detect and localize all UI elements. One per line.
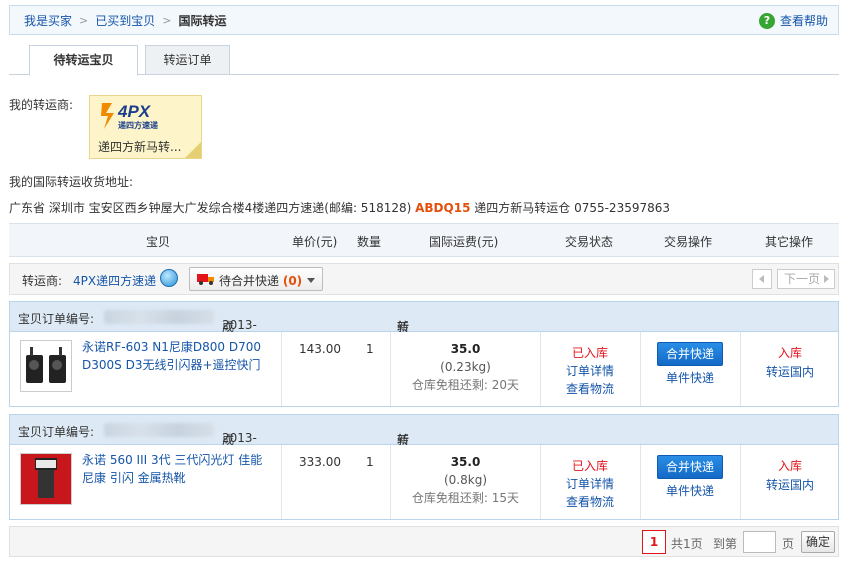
toolbar-carrier-label: 转运商: [22, 274, 63, 288]
view-logistics-link[interactable]: 查看物流 [540, 493, 640, 511]
order-row: 永诺RF-603 N1尼康D800 D700 D300S D3无线引闪器+遥控快… [10, 332, 838, 406]
merge-express-button[interactable]: 合并快递 [657, 342, 723, 366]
shipping-address: 广东省 深圳市 宝安区西乡钟屋大广发综合楼4楼递四方速递(邮编: 518128)… [9, 199, 670, 216]
table-header: 宝贝 单价(元) 数量 国际运费(元) 交易状态 交易操作 其它操作 [9, 223, 839, 257]
quantity: 1 [366, 342, 374, 356]
order-details-link[interactable]: 订单详情 [540, 362, 640, 380]
quantity: 1 [366, 455, 374, 469]
tab-pending-items[interactable]: 待转运宝贝 [29, 45, 138, 76]
toolbar-carrier-link[interactable]: 4PX递四方速递 [73, 272, 156, 289]
single-express-link[interactable]: 单件快递 [640, 369, 740, 386]
tab-bar: 待转运宝贝 转运订单 [9, 45, 839, 76]
address-prefix: 广东省 深圳市 宝安区西乡钟屋大广发综合楼4楼递四方速递(邮编: 518128) [9, 201, 412, 215]
carrier-card[interactable]: 4PX 递四方速递 递四方新马转... [89, 95, 202, 159]
page-number-current[interactable]: 1 [642, 530, 666, 554]
confirm-button[interactable]: 确定 [801, 531, 835, 553]
single-express-link[interactable]: 单件快递 [640, 482, 740, 499]
tab-forwarding-orders[interactable]: 转运订单 [145, 45, 230, 75]
merge-express-button[interactable]: 合并快递 [657, 455, 723, 479]
order-no-label: 宝贝订单编号: [18, 425, 95, 439]
goto-label: 到第 [713, 537, 738, 551]
toolbar: 转运商: 4PX递四方速递 待合并快递 (0) [9, 263, 839, 295]
order-card: 宝贝订单编号: 成交时间:2013-11-15 19:35 转运地区:新加坡 永… [9, 414, 839, 520]
col-trade-ops: 交易操作 [664, 235, 713, 249]
order-card: 宝贝订单编号: 成交时间:2013-11-15 19:35 转运地区:新加坡 永… [9, 301, 839, 407]
next-page-button[interactable]: 下一页 [777, 269, 835, 289]
fee-amount: 35.0 [450, 455, 481, 469]
merge-pending-dropdown[interactable]: 待合并快递 (0) [189, 267, 323, 291]
other-ops: 入库 转运国内 [740, 457, 840, 495]
product-thumbnail[interactable] [20, 453, 72, 505]
col-price: 单价(元) [292, 235, 338, 249]
col-status: 交易状态 [565, 235, 614, 249]
other-status: 入库 [777, 459, 802, 473]
pagination: 1 共1页 到第 页 确定 [9, 526, 839, 557]
unit-price: 143.00 [299, 342, 341, 356]
prev-page-button[interactable] [752, 269, 772, 289]
page-total: 共1页 [671, 537, 703, 551]
help-link[interactable]: ? 查看帮助 [758, 12, 828, 29]
breadcrumb-bought-items[interactable]: 已买到宝贝 [95, 12, 155, 29]
help-label[interactable]: 查看帮助 [780, 12, 828, 29]
carrier-logo: 4PX 递四方速递 [100, 101, 170, 130]
breadcrumb-buyer[interactable]: 我是买家 [24, 12, 72, 29]
order-row: 永诺 560 III 3代 三代闪光灯 佳能尼康 引闪 金属热靴 333.00 … [10, 445, 838, 519]
unit-price: 333.00 [299, 455, 341, 469]
merge-count: (0) [282, 274, 303, 288]
carrier-card-name: 递四方新马转... [98, 140, 182, 154]
order-no-label: 宝贝订单编号: [18, 312, 95, 326]
address-suffix: 递四方新马转运仓 0755-23597863 [474, 201, 671, 215]
fee-weight: (0.8kg) [443, 473, 487, 487]
shipping-fee: 35.0 (0.8kg) 仓库免租还剩: 15天 [393, 453, 538, 507]
truck-icon [197, 274, 214, 285]
trade-ops: 合并快递 单件快递 [640, 342, 740, 386]
logo-text: 4PX [117, 102, 152, 121]
col-item: 宝贝 [146, 235, 171, 249]
product-thumbnail[interactable] [20, 340, 72, 392]
col-fee: 国际运费(元) [429, 235, 499, 249]
other-status: 入库 [777, 346, 802, 360]
breadcrumb-current: 国际转运 [178, 13, 227, 28]
forward-domestic-link[interactable]: 转运国内 [740, 476, 840, 495]
globe-icon[interactable] [160, 269, 178, 287]
free-storage: 仓库免租还剩: 20天 [411, 378, 520, 392]
page-unit-label: 页 [782, 537, 795, 551]
merge-label: 待合并快递 [219, 274, 280, 288]
other-ops: 入库 转运国内 [740, 344, 840, 382]
view-logistics-link[interactable]: 查看物流 [540, 380, 640, 398]
fee-amount: 35.0 [450, 342, 481, 356]
order-no-redacted [104, 423, 214, 437]
address-code: ABDQ15 [415, 201, 471, 215]
fee-weight: (0.23kg) [440, 360, 491, 374]
trade-status: 已入库 订单详情 查看物流 [540, 457, 640, 511]
free-storage: 仓库免租还剩: 15天 [411, 491, 520, 505]
forward-domestic-link[interactable]: 转运国内 [740, 363, 840, 382]
product-title[interactable]: 永诺 560 III 3代 三代闪光灯 佳能尼康 引闪 金属热靴 [82, 451, 272, 487]
trade-ops: 合并快递 单件快递 [640, 455, 740, 499]
carrier-label: 我的转运商: [9, 98, 74, 112]
order-no-redacted [104, 310, 214, 324]
chevron-right-icon: > [162, 13, 172, 27]
order-header: 宝贝订单编号: 成交时间:2013-11-15 19:35 转运地区:新加坡 [10, 415, 838, 498]
status-badge: 已入库 [571, 346, 608, 360]
product-title[interactable]: 永诺RF-603 N1尼康D800 D700 D300S D3无线引闪器+遥控快… [82, 338, 272, 374]
address-label: 我的国际转运收货地址: [9, 175, 134, 189]
col-qty: 数量 [357, 235, 382, 249]
help-icon: ? [758, 12, 775, 29]
status-badge: 已入库 [571, 459, 608, 473]
goto-page-input[interactable] [743, 531, 776, 553]
trade-status: 已入库 订单详情 查看物流 [540, 344, 640, 398]
breadcrumb: 我是买家 > 已买到宝贝 > 国际转运 ? 查看帮助 [9, 5, 839, 35]
chevron-right-icon: > [79, 13, 89, 27]
col-other-ops: 其它操作 [765, 235, 814, 249]
selected-corner-icon [185, 142, 201, 158]
shipping-fee: 35.0 (0.23kg) 仓库免租还剩: 20天 [393, 340, 538, 394]
order-details-link[interactable]: 订单详情 [540, 475, 640, 493]
chevron-down-icon [307, 278, 315, 283]
order-header: 宝贝订单编号: 成交时间:2013-11-15 19:35 转运地区:新加坡 [10, 302, 838, 385]
logo-subtext: 递四方速递 [118, 120, 158, 130]
